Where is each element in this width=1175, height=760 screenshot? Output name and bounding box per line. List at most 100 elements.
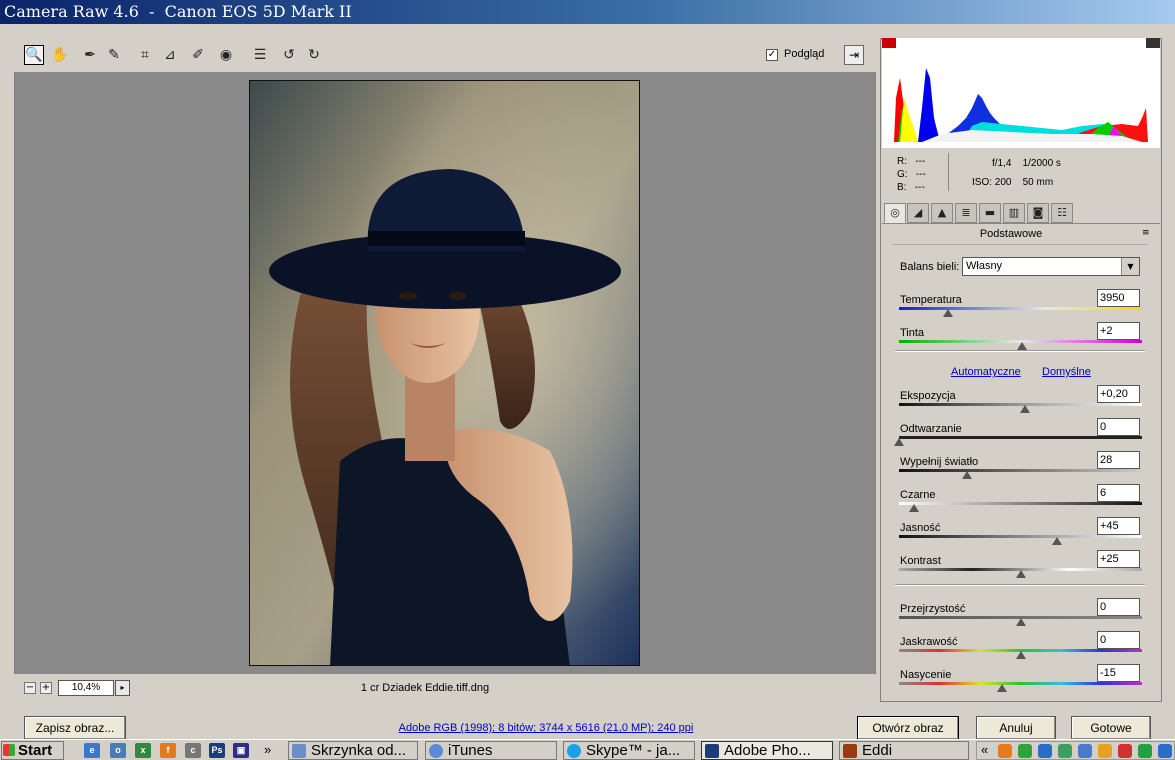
task-skype[interactable]: Skype™ - ja... [563,741,695,760]
quicklaunch-more-icon[interactable]: » [264,742,271,757]
tray-alert-icon[interactable] [1118,744,1132,758]
tab-detail-icon[interactable]: ▲ [931,203,953,223]
white-balance-icon[interactable]: ✒ [80,45,100,65]
brightness-input[interactable]: +45 [1097,517,1140,535]
tray-sync-icon[interactable] [1078,744,1092,758]
fill-light-input[interactable]: 28 [1097,451,1140,469]
tray-java-icon[interactable] [998,744,1012,758]
saturation-slider[interactable] [899,682,1142,685]
iso-focal: ISO: 200 50 mm [972,177,1054,188]
g-value: G: --- [897,169,926,180]
done-button[interactable]: Gotowe [1071,716,1151,740]
tray-network-icon[interactable] [1038,744,1052,758]
task-bridge[interactable]: Eddi [839,741,969,760]
task-photoshop[interactable]: Adobe Pho... [701,741,833,760]
blacks-input[interactable]: 6 [1097,484,1140,502]
retouch-icon[interactable]: ✐ [188,45,208,65]
exposure-slider-thumb[interactable] [1020,405,1031,413]
white-balance-select[interactable]: Własny [962,257,1140,276]
ie-icon[interactable]: e [84,743,100,758]
clarity-input[interactable]: 0 [1097,598,1140,616]
tray-volume-icon[interactable] [1158,744,1172,758]
zoom-out-button[interactable]: − [24,682,36,694]
zoom-icon[interactable]: 🔍 [24,45,44,65]
tab-camera-calibration-icon[interactable]: ◙ [1027,203,1049,223]
hand-icon[interactable]: ✋ [50,45,70,65]
r-value: R: --- [897,156,926,167]
save-icon[interactable]: ▣ [233,743,249,758]
photoshop-icon [705,744,719,758]
chevron-down-icon[interactable]: ▼ [1121,258,1139,275]
tint-slider-thumb[interactable] [1016,342,1027,350]
fill-light-slider-thumb[interactable] [962,471,973,479]
temperature-input[interactable]: 3950 [1097,289,1140,307]
workflow-options-link[interactable]: Adobe RGB (1998); 8 bitów; 3744 x 5616 (… [340,722,752,734]
zoom-level[interactable]: 10,4% [58,680,114,696]
brightness-slider-thumb[interactable] [1051,537,1062,545]
outlook-icon[interactable]: o [110,743,126,758]
preview-checkbox[interactable]: ✓ [766,49,778,61]
contrast-slider-thumb[interactable] [1015,570,1026,578]
clarity-slider-thumb[interactable] [1015,618,1026,626]
blacks-slider[interactable] [899,502,1142,505]
default-link[interactable]: Domyślne [1042,366,1091,378]
panel-menu-icon[interactable]: ≡ [1142,228,1150,238]
preferences-icon[interactable]: ☰ [250,45,270,65]
exposure-label: Ekspozycja [900,390,956,402]
vibrance-input[interactable]: 0 [1097,631,1140,649]
tray-security-icon[interactable] [1058,744,1072,758]
crop-icon[interactable]: ⌗ [135,45,155,65]
fullscreen-icon[interactable]: ⇥ [844,45,864,65]
saturation-input[interactable]: -15 [1097,664,1140,682]
recovery-slider-thumb[interactable] [894,438,904,446]
tab-lens-icon[interactable]: ▥ [1003,203,1025,223]
save-image-button[interactable]: Zapisz obraz... [24,716,126,740]
vibrance-slider-thumb[interactable] [1015,651,1026,659]
open-image-button[interactable]: Otwórz obraz [857,716,959,740]
exif-divider [948,153,949,191]
recovery-slider[interactable] [899,436,1142,439]
saturation-slider-thumb[interactable] [997,684,1008,692]
section-divider [895,350,1145,351]
preview-label: Podgląd [784,48,825,60]
fill-light-slider[interactable] [899,469,1142,472]
tab-presets-icon[interactable]: ☷ [1051,203,1073,223]
zoom-dropdown-icon[interactable]: ▸ [115,680,130,696]
tray-update-icon[interactable] [1098,744,1112,758]
firefox-icon[interactable]: f [160,743,176,758]
auto-link[interactable]: Automatyczne [951,366,1021,378]
windows-logo-icon [3,744,15,756]
camera-icon[interactable]: c [185,743,201,758]
highlight-clip-icon[interactable] [1146,38,1160,48]
fill-light-label: Wypełnij światło [900,456,979,468]
excel-icon[interactable]: x [135,743,151,758]
tray-expand-icon[interactable]: « [981,742,988,757]
tray-check-icon[interactable] [1018,744,1032,758]
red-eye-icon[interactable]: ◉ [216,45,236,65]
tab-basic-icon[interactable]: ◎ [884,203,906,223]
contrast-input[interactable]: +25 [1097,550,1140,568]
rotate-left-icon[interactable]: ↺ [279,45,299,65]
cancel-button[interactable]: Anuluj [976,716,1056,740]
tab-tone-curve-icon[interactable]: ◢ [907,203,929,223]
task-mail[interactable]: Skrzynka od... [288,741,418,760]
brightness-slider[interactable] [899,535,1142,538]
exposure-input[interactable]: +0,20 [1097,385,1140,403]
recovery-input[interactable]: 0 [1097,418,1140,436]
shadow-clip-icon[interactable] [882,38,896,48]
photoshop-icon[interactable]: Ps [209,743,225,758]
tint-input[interactable]: +2 [1097,322,1140,340]
tab-hsl-icon[interactable]: ≣ [955,203,977,223]
tab-split-toning-icon[interactable]: ▬ [979,203,1001,223]
clarity-label: Przejrzystość [900,603,966,615]
temperature-slider-thumb[interactable] [942,309,953,317]
blacks-slider-thumb[interactable] [908,504,919,512]
rotate-right-icon[interactable]: ↻ [304,45,324,65]
zoom-in-button[interactable]: + [40,682,52,694]
straighten-icon[interactable]: ⊿ [160,45,180,65]
task-itunes[interactable]: iTunes [425,741,557,760]
color-sampler-icon[interactable]: ✎ [104,45,124,65]
temperature-slider[interactable] [899,307,1142,310]
photo-preview [249,80,640,666]
tray-wifi-icon[interactable] [1138,744,1152,758]
